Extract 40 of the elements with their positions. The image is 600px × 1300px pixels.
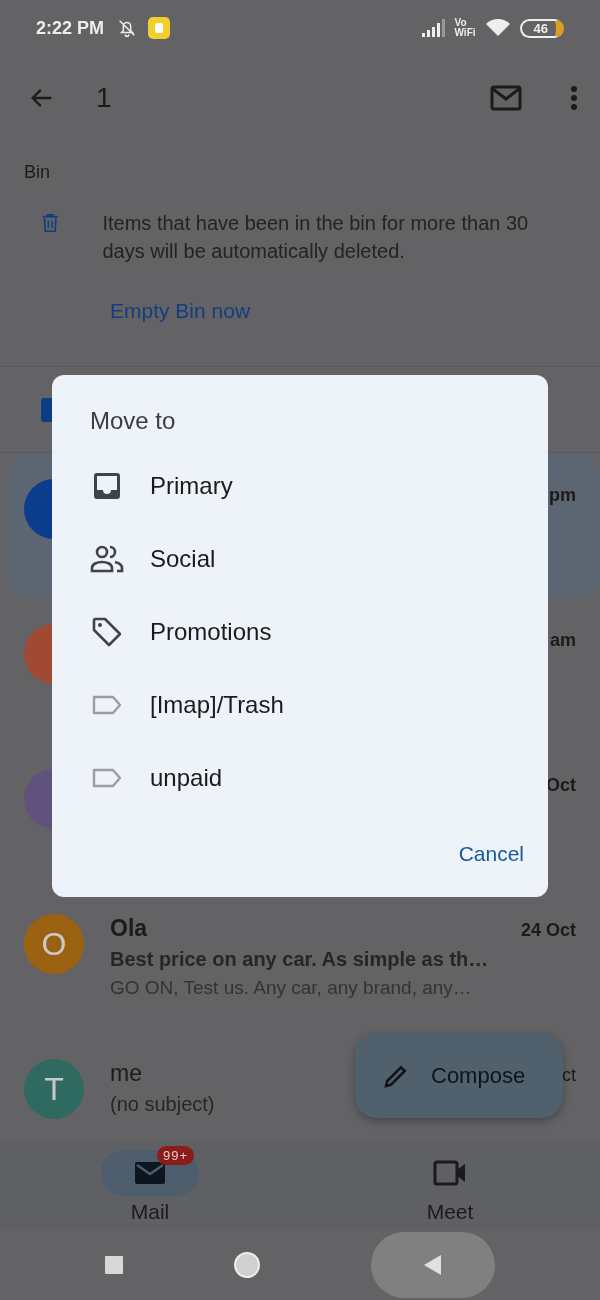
volte-label: Vo	[454, 18, 468, 28]
status-time: 2:22 PM	[36, 17, 105, 39]
wifi-label: WiFi	[454, 28, 476, 38]
avatar-letter: T	[44, 1070, 64, 1108]
people-icon	[90, 544, 124, 573]
sender-name: Ola	[110, 915, 148, 942]
message-time: ct	[562, 1065, 576, 1086]
back-triangle-icon	[423, 1254, 443, 1276]
cancel-button[interactable]: Cancel	[458, 838, 524, 870]
message-time: pm	[549, 485, 576, 506]
message-subject: Best price on any car. As simple as th…	[110, 948, 490, 971]
message-subject: (no subject)	[110, 1093, 216, 1116]
mail-icon	[134, 1161, 166, 1185]
folder-option[interactable]: Social	[52, 522, 548, 595]
unread-count-badge: 99+	[157, 1146, 195, 1165]
message-time: Oct	[546, 775, 576, 796]
selection-count: 1	[96, 82, 112, 114]
wifi-icon	[485, 19, 510, 37]
tag-icon	[90, 615, 124, 648]
app-notification-icon	[148, 17, 171, 39]
nav-tab[interactable]: 99+ Mail	[0, 1140, 300, 1230]
sender-name: me	[110, 1060, 142, 1087]
more-options-icon[interactable]	[570, 85, 578, 111]
signal-icon	[420, 19, 445, 37]
folder-label: Bin	[24, 162, 51, 183]
folder-option[interactable]: Promotions	[52, 595, 548, 668]
folder-option[interactable]: Primary	[52, 449, 548, 522]
label-icon	[90, 694, 124, 715]
avatar-letter: O	[41, 925, 67, 963]
battery-indicator: 46	[519, 18, 564, 38]
label-icon	[90, 767, 124, 788]
home-icon[interactable]	[233, 1251, 261, 1279]
video-camera-icon	[433, 1160, 467, 1186]
folder-option[interactable]: unpaid	[52, 741, 548, 814]
dialog-title: Move to	[90, 407, 176, 435]
mail-icon[interactable]	[490, 85, 522, 111]
message-time: 24 Oct	[520, 920, 576, 941]
bin-info-text: Items that have been in the bin for more than 30 days will be automatically deleted.	[102, 211, 530, 264]
message-time: am	[550, 630, 576, 651]
folder-option[interactable]: [Imap]/Trash	[52, 668, 548, 741]
